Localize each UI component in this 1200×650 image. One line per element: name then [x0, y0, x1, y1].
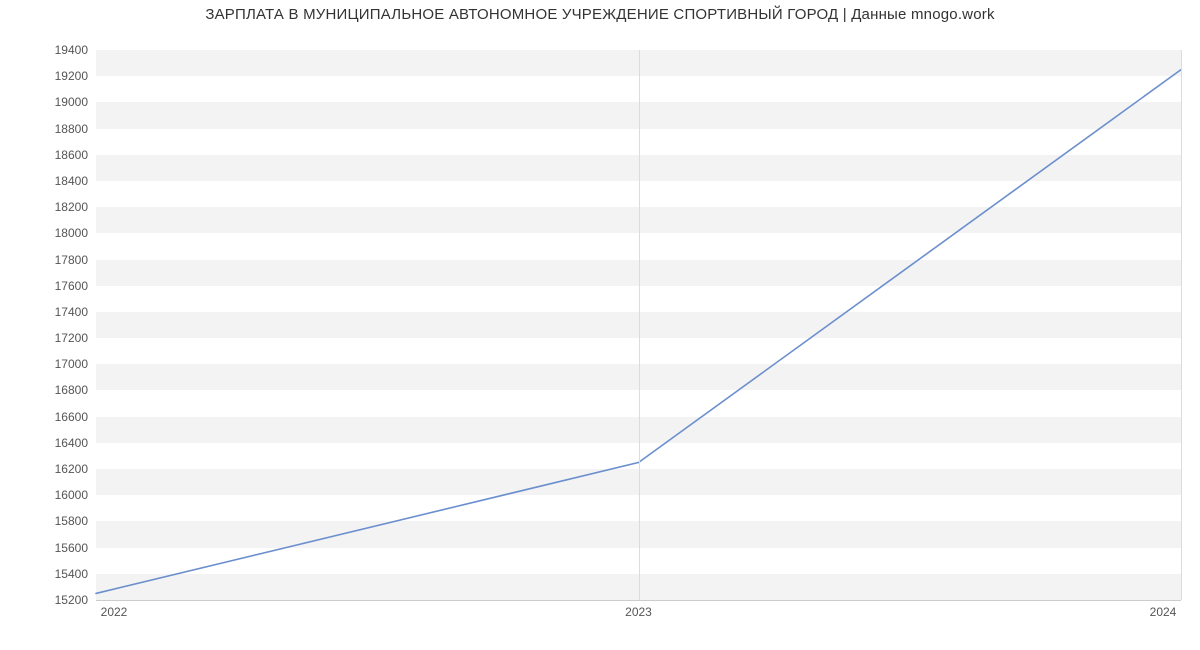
x-tick-label: 2022	[101, 605, 128, 619]
y-tick-label: 17600	[8, 279, 88, 293]
x-tick-label: 2023	[625, 605, 652, 619]
x-gridline	[639, 50, 640, 600]
y-tick-label: 19400	[8, 43, 88, 57]
y-tick-label: 17400	[8, 305, 88, 319]
x-tick-label: 2024	[1150, 605, 1177, 619]
y-tick-label: 18000	[8, 226, 88, 240]
y-tick-label: 15200	[8, 593, 88, 607]
y-tick-label: 18800	[8, 122, 88, 136]
y-tick-label: 15800	[8, 514, 88, 528]
y-tick-label: 18200	[8, 200, 88, 214]
x-gridline	[1181, 50, 1182, 600]
chart-title: ЗАРПЛАТА В МУНИЦИПАЛЬНОЕ АВТОНОМНОЕ УЧРЕ…	[0, 6, 1200, 23]
y-tick-label: 17000	[8, 357, 88, 371]
y-tick-label: 17200	[8, 331, 88, 345]
y-tick-label: 16400	[8, 436, 88, 450]
y-tick-label: 16800	[8, 383, 88, 397]
y-tick-label: 19200	[8, 69, 88, 83]
y-tick-label: 17800	[8, 253, 88, 267]
y-tick-label: 16600	[8, 410, 88, 424]
y-tick-label: 18400	[8, 174, 88, 188]
y-tick-label: 19000	[8, 95, 88, 109]
y-tick-label: 15400	[8, 567, 88, 581]
y-tick-label: 16200	[8, 462, 88, 476]
y-tick-label: 16000	[8, 488, 88, 502]
y-tick-label: 15600	[8, 541, 88, 555]
y-tick-label: 18600	[8, 148, 88, 162]
chart-container: ЗАРПЛАТА В МУНИЦИПАЛЬНОЕ АВТОНОМНОЕ УЧРЕ…	[0, 0, 1200, 650]
